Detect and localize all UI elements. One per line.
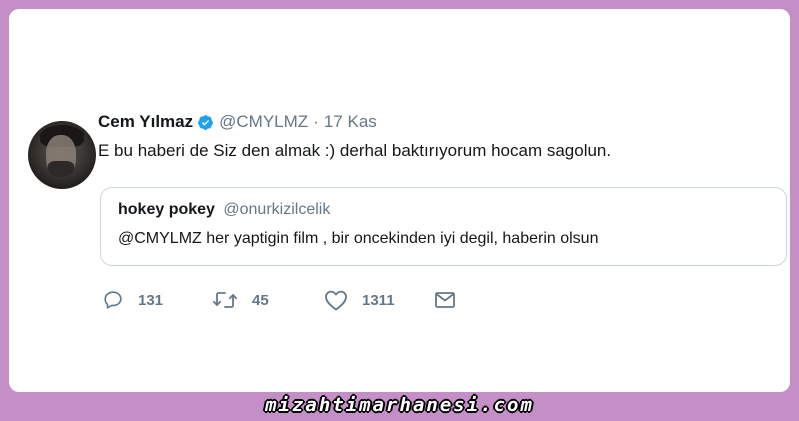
reply-button[interactable]: 131 xyxy=(102,288,163,312)
quoted-author-handle: @onurkizilcelik xyxy=(223,201,331,218)
author-handle[interactable]: @CMYLMZ xyxy=(219,112,308,132)
tweet-text: E bu haberi de Siz den almak :) derhal b… xyxy=(98,141,612,160)
tweet-date[interactable]: 17 Kas xyxy=(324,112,377,132)
like-icon xyxy=(324,289,348,311)
watermark: mizahtimarhanesi.com xyxy=(265,394,534,416)
direct-message-button[interactable] xyxy=(434,288,456,312)
quoted-tweet[interactable]: hokey pokey @onurkizilcelik @CMYLMZ her … xyxy=(100,187,787,266)
avatar[interactable] xyxy=(28,121,96,189)
retweet-count: 45 xyxy=(252,291,269,309)
retweet-icon xyxy=(212,289,238,311)
like-button[interactable]: 1311 xyxy=(324,288,395,312)
author-name[interactable]: Cem Yılmaz xyxy=(98,112,193,132)
header-separator: · xyxy=(313,112,319,131)
verified-badge-icon xyxy=(197,114,214,131)
retweet-button[interactable]: 45 xyxy=(212,288,269,312)
like-count: 1311 xyxy=(362,291,395,309)
message-icon xyxy=(434,289,456,311)
avatar-beard xyxy=(48,161,74,177)
reply-icon xyxy=(102,289,124,311)
quoted-tweet-header: hokey pokey @onurkizilcelik xyxy=(118,201,330,219)
quoted-tweet-text: @CMYLMZ her yaptigin film , bir oncekind… xyxy=(118,230,599,247)
quoted-author-name: hokey pokey xyxy=(118,201,215,218)
tweet-header: Cem Yılmaz @CMYLMZ · 17 Kas xyxy=(98,111,377,133)
reply-count: 131 xyxy=(138,291,164,309)
